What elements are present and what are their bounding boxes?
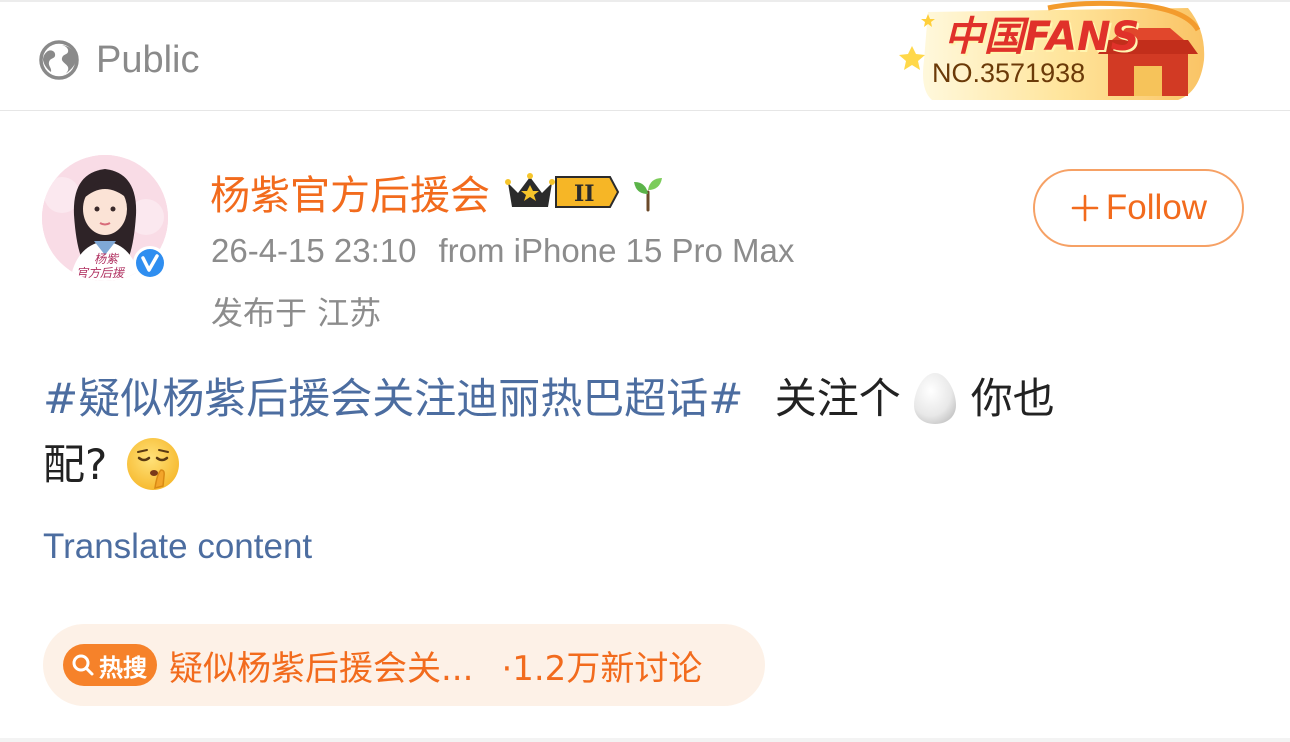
post-timestamp: 26-4-15 23:10: [211, 232, 417, 269]
hot-search-pill[interactable]: 热搜 疑似杨紫后援会关... ·1.2万新讨论: [43, 624, 765, 706]
svg-text:杨紫: 杨紫: [94, 252, 120, 266]
svg-text:官方后援: 官方后援: [76, 266, 126, 280]
search-icon: [72, 654, 94, 676]
crown-badge-icon[interactable]: II: [504, 171, 620, 213]
follow-label: Follow: [1105, 188, 1208, 227]
hot-search-topic: 疑似杨紫后援会关...: [169, 648, 474, 689]
fans-badge[interactable]: 中国FANS NO.3571938: [898, 0, 1210, 104]
follow-button[interactable]: Follow: [1033, 169, 1244, 247]
author-avatar[interactable]: 杨紫 官方后援: [42, 155, 168, 281]
shush-face-icon: [127, 437, 180, 490]
verified-icon: [133, 246, 167, 280]
hot-search-tag-label: 热搜: [99, 653, 147, 682]
egg-icon: [913, 372, 956, 424]
hot-search-tag: 热搜: [63, 644, 157, 686]
post-text: 配?: [43, 440, 108, 489]
top-bar: Public 中国FANS NO.3571938: [0, 0, 1290, 111]
post-text: 你也: [970, 374, 1055, 423]
post-source: from iPhone 15 Pro Max: [438, 232, 795, 269]
hashtag-link[interactable]: #疑似杨紫后援会关注迪丽热巴超话#: [43, 374, 743, 423]
fans-badge-title: 中国FANS: [944, 14, 1140, 60]
visibility-label: Public: [96, 38, 200, 81]
translate-link[interactable]: Translate content: [43, 527, 312, 567]
svg-text:II: II: [574, 181, 595, 207]
post-location: 发布于 江苏: [211, 294, 382, 332]
globe-icon: [39, 40, 79, 80]
post-text: 关注个: [774, 374, 901, 423]
author-row: 杨紫官方后援会 II: [210, 164, 668, 220]
divider: [0, 738, 1290, 742]
hot-search-count: ·1.2万新讨论: [501, 648, 703, 689]
post-content: #疑似杨紫后援会关注迪丽热巴超话# 关注个 你也 配?: [43, 366, 1243, 498]
visibility-indicator: Public: [38, 36, 200, 84]
sprout-icon[interactable]: [628, 172, 668, 212]
fans-badge-number: NO.3571938: [932, 58, 1086, 88]
plus-icon: [1071, 194, 1099, 222]
post-meta: 26-4-15 23:10 from iPhone 15 Pro Max: [211, 232, 794, 270]
author-name[interactable]: 杨紫官方后援会: [210, 163, 490, 221]
